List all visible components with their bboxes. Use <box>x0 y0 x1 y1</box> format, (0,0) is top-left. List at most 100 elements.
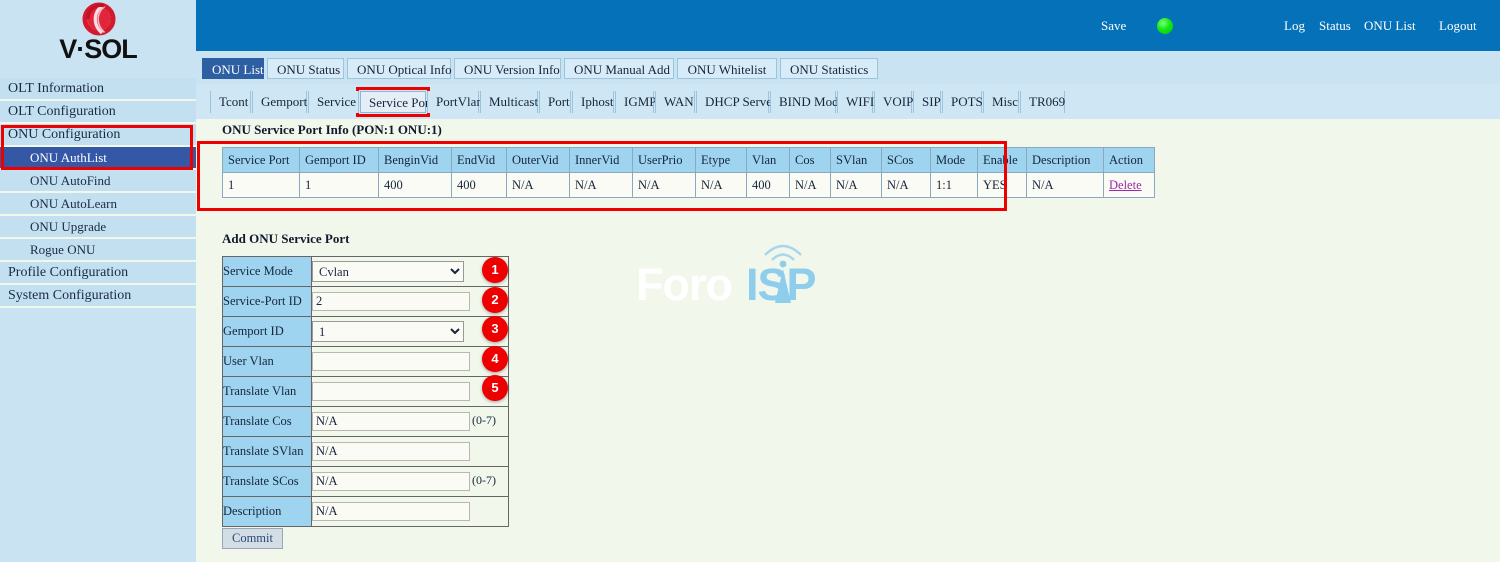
subtab-misc[interactable]: Misc <box>983 91 1019 113</box>
sidebar-item-system-configuration[interactable]: System Configuration <box>0 285 196 308</box>
header-link-onu-list[interactable]: ONU List <box>1364 18 1416 34</box>
subtab-service[interactable]: Service <box>308 91 359 113</box>
subtab-service-port[interactable]: Service Port <box>360 91 433 113</box>
tab-onu-manual-add[interactable]: ONU Manual Add <box>564 58 674 79</box>
cell-bengin-vid: 400 <box>378 172 452 198</box>
logout-button[interactable]: Logout <box>1439 18 1477 34</box>
sidebar-item-onu-autolearn[interactable]: ONU AutoLearn <box>0 193 196 216</box>
service-mode-select[interactable]: Cvlan <box>312 261 464 282</box>
secondary-tab-bar: Tcont Gemport Service Service Port PortVlan M… <box>196 84 1500 119</box>
field-label: Service-Port ID <box>222 286 312 317</box>
column-header: BenginVid <box>378 147 452 173</box>
tab-onu-statistics[interactable]: ONU Statistics <box>780 58 878 79</box>
sidebar-item-rogue-onu[interactable]: Rogue ONU <box>0 239 196 262</box>
header-link-status[interactable]: Status <box>1319 18 1351 34</box>
tab-onu-version-info[interactable]: ONU Version Info <box>454 58 561 79</box>
annotation-badge-4: 4 <box>482 345 508 372</box>
delete-link[interactable]: Delete <box>1109 178 1142 192</box>
cell-service-port: 1 <box>222 172 300 198</box>
field-label: Gemport ID <box>222 316 312 347</box>
sidebar-item-olt-configuration[interactable]: OLT Configuration <box>0 101 196 124</box>
user-vlan-input[interactable] <box>312 352 470 371</box>
cell-vlan: 400 <box>746 172 790 198</box>
column-header: EndVid <box>451 147 507 173</box>
cell-user-prio: N/A <box>632 172 696 198</box>
subtab-wifi[interactable]: WIFI <box>837 91 874 113</box>
translate-vlan-input[interactable] <box>312 382 470 401</box>
column-header: UserPrio <box>632 147 696 173</box>
vsol-logo-icon <box>82 2 116 36</box>
subtab-portvlan[interactable]: PortVlan <box>427 91 483 113</box>
form-row: Translate Vlan <box>222 376 509 407</box>
brand-logo-area: V·SOL <box>0 0 196 78</box>
subtab-port[interactable]: Port <box>539 91 571 113</box>
subtab-gemport[interactable]: Gemport <box>252 91 307 113</box>
sidebar-item-onu-configuration[interactable]: ONU Configuration <box>0 124 196 147</box>
subtab-wan[interactable]: WAN <box>655 91 695 113</box>
column-header: Cos <box>789 147 831 173</box>
subtab-pots[interactable]: POTS <box>942 91 983 113</box>
sidebar-item-profile-configuration[interactable]: Profile Configuration <box>0 262 196 285</box>
tab-onu-optical-info[interactable]: ONU Optical Info <box>347 58 452 79</box>
service-port-id-input[interactable] <box>312 292 470 311</box>
save-button[interactable]: Save <box>1101 18 1126 34</box>
field-cell <box>311 496 509 527</box>
gemport-id-select[interactable]: 1 <box>312 321 464 342</box>
form-row: Service Mode Cvlan <box>222 256 509 287</box>
sidebar-item-onu-authlist[interactable]: ONU AuthList <box>0 147 196 170</box>
table-header-row: Service Port Gemport ID BenginVid EndVid Out… <box>222 147 1155 173</box>
subtab-tcont[interactable]: Tcont <box>210 91 251 113</box>
column-header: OuterVid <box>506 147 570 173</box>
form-row: Service-Port ID <box>222 286 509 317</box>
sidebar-item-onu-autofind[interactable]: ONU AutoFind <box>0 170 196 193</box>
field-cell: Cvlan <box>311 256 509 287</box>
form-row: Translate SCos (0-7) <box>222 466 509 497</box>
form-rows: Service ModeCvlanService-Port IDGemport … <box>222 256 509 527</box>
brand-name: V·SOL <box>59 34 138 64</box>
field-cell: (0-7) <box>311 466 509 497</box>
form-row: Gemport ID 1 <box>222 316 509 347</box>
add-service-port-form: Service ModeCvlanService-Port IDGemport … <box>222 256 509 527</box>
column-header: SVlan <box>830 147 882 173</box>
commit-button[interactable]: Commit <box>222 528 283 549</box>
field-label: Translate SVlan <box>222 436 312 467</box>
annotation-badge-2: 2 <box>482 286 508 313</box>
cell-enable: YES <box>977 172 1027 198</box>
subtab-voip[interactable]: VOIP <box>874 91 913 113</box>
cell-scos: N/A <box>881 172 931 198</box>
subtab-sip[interactable]: SIP <box>913 91 941 113</box>
foroisp-watermark: Foro ISP <box>636 235 856 315</box>
subtab-iphost[interactable]: Iphost <box>572 91 614 113</box>
description-input[interactable] <box>312 502 470 521</box>
field-label: Translate SCos <box>222 466 312 497</box>
subtab-bind-mode[interactable]: BIND Mode <box>770 91 844 113</box>
field-cell <box>311 286 509 317</box>
subtab-tr069[interactable]: TR069 <box>1020 91 1065 113</box>
field-hint: (0-7) <box>472 473 496 488</box>
field-cell <box>311 376 509 407</box>
translate-scos-input[interactable] <box>312 472 470 491</box>
column-header: SCos <box>881 147 931 173</box>
header-link-log[interactable]: Log <box>1284 18 1305 34</box>
translate-cos-input[interactable] <box>312 412 470 431</box>
translate-svlan-input[interactable] <box>312 442 470 461</box>
cell-etype: N/A <box>695 172 747 198</box>
subtab-multicast[interactable]: Multicast <box>480 91 538 113</box>
service-port-info-table: Service Port Gemport ID BenginVid EndVid Out… <box>222 147 1155 198</box>
sidebar: V·SOL OLT Information OLT Configuration ON… <box>0 0 196 562</box>
watermark-text-left: Foro <box>636 259 733 310</box>
form-row: Description <box>222 496 509 527</box>
tab-onu-status[interactable]: ONU Status <box>267 58 344 79</box>
field-label: Translate Vlan <box>222 376 312 407</box>
tab-onu-whitelist[interactable]: ONU Whitelist <box>677 58 777 79</box>
cell-svlan: N/A <box>830 172 882 198</box>
subtab-igmp[interactable]: IGMP <box>615 91 657 113</box>
form-row: Translate SVlan <box>222 436 509 467</box>
sidebar-item-onu-upgrade[interactable]: ONU Upgrade <box>0 216 196 239</box>
cell-mode: 1:1 <box>930 172 978 198</box>
subtab-dhcp-server[interactable]: DHCP Server <box>696 91 776 113</box>
sidebar-item-olt-information[interactable]: OLT Information <box>0 78 196 101</box>
field-label: Description <box>222 496 312 527</box>
table-body: 1 1 400 400 N/A N/A N/A N/A 400 N/A N/A N/A 1:1 YES N/… <box>222 172 1155 198</box>
tab-onu-list[interactable]: ONU List <box>202 58 264 79</box>
